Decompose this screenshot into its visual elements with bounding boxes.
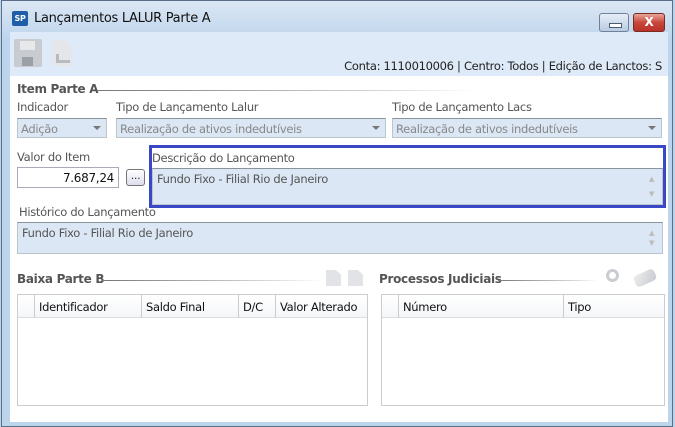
tipo-lalur-select[interactable]: Realização de ativos indedutíveis bbox=[116, 118, 386, 138]
divider bbox=[97, 90, 477, 91]
section-title-item-parte-a: Item Parte A bbox=[17, 82, 99, 96]
column-header[interactable]: Tipo bbox=[563, 295, 664, 318]
app-icon: SP bbox=[12, 11, 28, 26]
add-document-icon[interactable] bbox=[326, 270, 341, 286]
indicador-label: Indicador bbox=[17, 100, 68, 114]
historico-value: Fundo Fixo - Filial Rio de Janeiro bbox=[22, 226, 193, 240]
divider bbox=[498, 280, 598, 281]
divider bbox=[102, 280, 322, 281]
column-header[interactable]: Valor Alterado bbox=[275, 295, 367, 318]
delete-document-icon[interactable] bbox=[348, 270, 363, 286]
tipo-lacs-select[interactable]: Realização de ativos indedutíveis bbox=[392, 118, 662, 138]
valor-label: Valor do Item bbox=[17, 150, 90, 164]
undo-icon[interactable] bbox=[52, 40, 72, 66]
chevron-down-icon bbox=[648, 126, 656, 130]
historico-label: Histórico do Lançamento bbox=[19, 205, 156, 219]
grid-header: Número Tipo bbox=[382, 295, 664, 318]
valor-input[interactable]: 7.687,24 bbox=[17, 167, 119, 188]
window-body: Conta: 1110010006 | Centro: Todos | Ediç… bbox=[10, 32, 668, 422]
valor-lookup-button[interactable]: ... bbox=[126, 169, 145, 186]
column-header[interactable]: Saldo Final bbox=[141, 295, 238, 318]
processos-grid[interactable]: Número Tipo bbox=[381, 294, 665, 406]
grid-header: Identificador Saldo Final D/C Valor Alte… bbox=[18, 295, 367, 318]
tipo-lacs-label: Tipo de Lançamento Lacs bbox=[392, 100, 532, 114]
descricao-textarea[interactable]: Fundo Fixo - Filial Rio de Janeiro ▲ ▼ bbox=[152, 168, 663, 205]
status-text: Conta: 1110010006 | Centro: Todos | Ediç… bbox=[344, 59, 662, 73]
descricao-label: Descrição do Lançamento bbox=[152, 151, 295, 165]
indicador-select[interactable]: Adição bbox=[17, 118, 107, 138]
chevron-down-icon bbox=[93, 126, 101, 130]
scrollbar[interactable]: ▲ ▼ bbox=[646, 171, 660, 202]
eraser-icon[interactable] bbox=[632, 267, 658, 289]
tipo-lacs-value: Realização de ativos indedutíveis bbox=[396, 122, 578, 136]
descricao-value: Fundo Fixo - Filial Rio de Janeiro bbox=[157, 172, 328, 186]
window-frame: SP Lançamentos LALUR Parte A X Conta: 11… bbox=[1, 0, 673, 427]
indicador-value: Adição bbox=[21, 122, 58, 136]
historico-textarea[interactable]: Fundo Fixo - Filial Rio de Janeiro ▲ ▼ bbox=[17, 222, 663, 254]
toolbar: Conta: 1110010006 | Centro: Todos | Ediç… bbox=[10, 32, 668, 76]
section-title-processos: Processos Judiciais bbox=[379, 272, 502, 286]
minimize-button[interactable] bbox=[599, 13, 629, 32]
tipo-lalur-label: Tipo de Lançamento Lalur bbox=[116, 100, 259, 114]
scrollbar[interactable]: ▲ ▼ bbox=[646, 225, 660, 251]
close-button[interactable]: X bbox=[633, 13, 665, 32]
baixa-parte-b-grid[interactable]: Identificador Saldo Final D/C Valor Alte… bbox=[17, 294, 368, 406]
search-icon[interactable] bbox=[606, 269, 619, 282]
tipo-lalur-value: Realização de ativos indedutíveis bbox=[120, 122, 302, 136]
window-title: Lançamentos LALUR Parte A bbox=[34, 11, 211, 26]
chevron-down-icon bbox=[372, 126, 380, 130]
column-header[interactable]: D/C bbox=[238, 295, 275, 318]
column-header[interactable]: Identificador bbox=[34, 295, 141, 318]
save-icon[interactable] bbox=[14, 39, 42, 67]
column-header[interactable]: Número bbox=[398, 295, 563, 318]
section-title-baixa-parte-b: Baixa Parte B bbox=[17, 272, 105, 286]
